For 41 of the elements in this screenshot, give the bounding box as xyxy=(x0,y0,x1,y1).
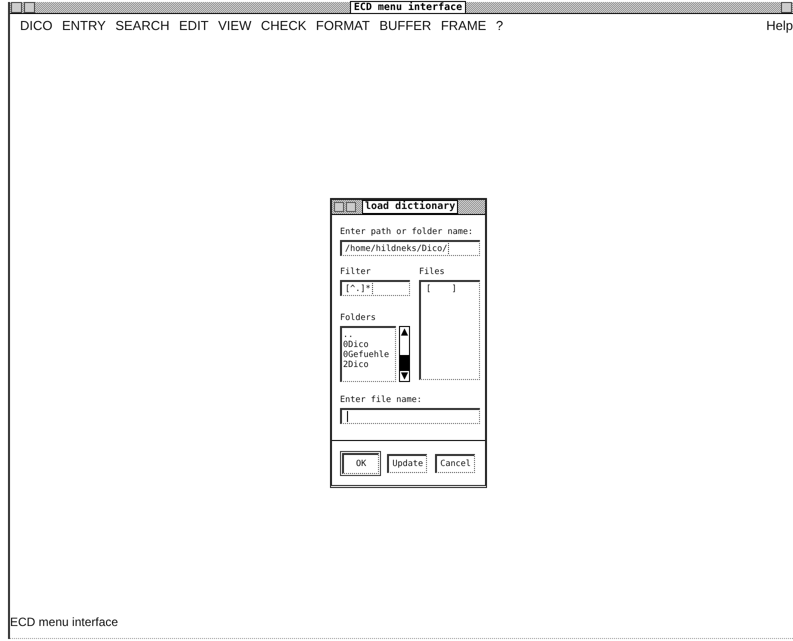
help-menu[interactable]: Help xyxy=(766,18,793,32)
path-label: Enter path or folder name: xyxy=(340,226,474,238)
scrollbar[interactable] xyxy=(399,326,410,382)
folders-label: Folders xyxy=(340,312,377,324)
files-list[interactable]: [ ] xyxy=(419,280,480,380)
dialog-button[interactable]: Update xyxy=(387,454,428,472)
file-name-field[interactable] xyxy=(340,408,480,424)
status-bar: ECD menu interface xyxy=(10,614,793,639)
menu-item[interactable]: CHECK xyxy=(260,18,306,32)
window-title: ECD menu interface xyxy=(350,1,466,14)
menu-item[interactable]: BUFFER xyxy=(379,18,432,32)
menu-item[interactable]: ? xyxy=(496,18,504,32)
folder-item[interactable]: .. xyxy=(343,330,394,340)
window-menu-button[interactable] xyxy=(346,202,356,212)
file-item[interactable]: [ ] xyxy=(426,284,478,294)
minimize-button[interactable] xyxy=(334,202,344,212)
maximize-button[interactable] xyxy=(781,2,792,13)
files-label: Files xyxy=(419,266,446,278)
folder-item[interactable]: 0Dico xyxy=(343,340,394,350)
dialog-button[interactable]: Cancel xyxy=(435,454,475,472)
folder-item[interactable]: 0Gefuehle xyxy=(343,350,394,360)
filter-label: Filter xyxy=(340,266,372,278)
dialog-title: load dictionary xyxy=(362,200,458,214)
menu-item[interactable]: VIEW xyxy=(218,18,252,32)
menu-item[interactable]: EDIT xyxy=(179,18,209,32)
folder-item[interactable]: 2Dico xyxy=(343,360,394,370)
menu-item[interactable]: SEARCH xyxy=(115,18,170,32)
menu-item[interactable]: ENTRY xyxy=(62,18,106,32)
path-field[interactable]: /home/hildneks/Dico/ xyxy=(340,240,480,256)
filter-field[interactable]: [^.]* xyxy=(340,280,410,296)
dialog-button[interactable]: OK xyxy=(342,452,380,474)
window-menu-button[interactable] xyxy=(24,2,35,13)
menu-item[interactable]: FRAME xyxy=(440,18,486,32)
text-cursor-icon xyxy=(347,411,348,422)
folders-list[interactable]: .. 0Dico 0Gefuehle 2Dico xyxy=(340,326,396,382)
scroll-up-icon[interactable] xyxy=(400,327,409,337)
file-name-label: Enter file name: xyxy=(340,394,423,406)
scroll-down-icon[interactable] xyxy=(400,371,409,381)
menu-item[interactable]: FORMAT xyxy=(316,18,370,32)
minimize-button[interactable] xyxy=(11,2,22,13)
menu-item[interactable]: DICO xyxy=(20,18,52,32)
